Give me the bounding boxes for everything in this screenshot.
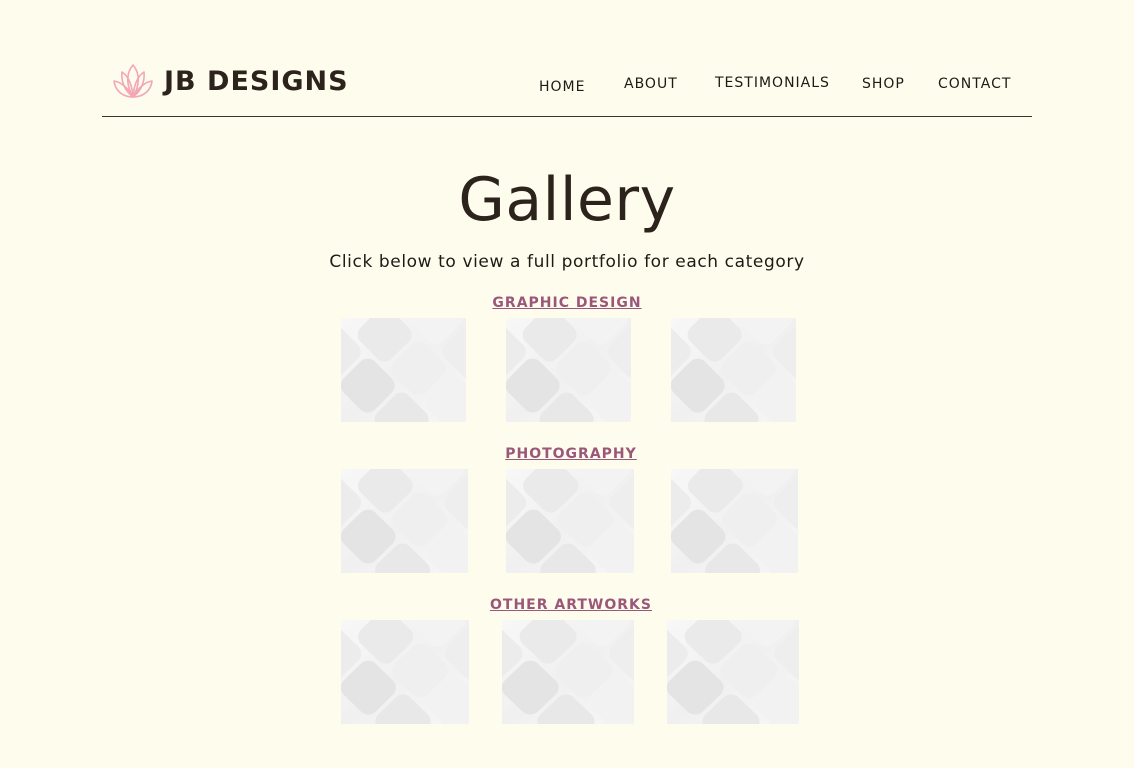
thumbnail-other-artworks-3[interactable] [667, 620, 799, 724]
thumbnail-other-artworks-1[interactable] [341, 620, 469, 724]
thumbnail-photography-2[interactable] [506, 469, 634, 573]
nav-shop[interactable]: SHOP [862, 77, 905, 91]
category-link-other-artworks[interactable]: OTHER ARTWORKS [490, 597, 652, 613]
category-photography: PHOTOGRAPHY [4, 447, 1134, 461]
thumbnail-photography-3[interactable] [671, 469, 798, 573]
page-subtitle: Click below to view a full portfolio for… [329, 252, 805, 272]
category-link-graphic-design[interactable]: GRAPHIC DESIGN [492, 295, 641, 311]
page-title: Gallery [458, 165, 676, 235]
category-graphic-design: GRAPHIC DESIGN [0, 296, 1134, 310]
thumbnail-graphic-design-1[interactable] [341, 318, 466, 422]
category-link-photography[interactable]: PHOTOGRAPHY [505, 446, 637, 462]
nav-about[interactable]: ABOUT [624, 77, 678, 91]
thumbnail-graphic-design-3[interactable] [671, 318, 796, 422]
brand-name: JB DESIGNS [164, 65, 349, 97]
header-divider [102, 116, 1032, 117]
lotus-icon [113, 64, 153, 98]
thumbnail-graphic-design-2[interactable] [506, 318, 631, 422]
thumbnail-other-artworks-2[interactable] [502, 620, 634, 724]
brand-logo[interactable]: JB DESIGNS [111, 62, 349, 100]
thumbnail-photography-1[interactable] [341, 469, 468, 573]
nav-contact[interactable]: CONTACT [938, 77, 1011, 91]
nav-home[interactable]: HOME [539, 80, 585, 94]
category-other-artworks: OTHER ARTWORKS [4, 598, 1134, 612]
nav-testimonials[interactable]: TESTIMONIALS [715, 76, 830, 90]
